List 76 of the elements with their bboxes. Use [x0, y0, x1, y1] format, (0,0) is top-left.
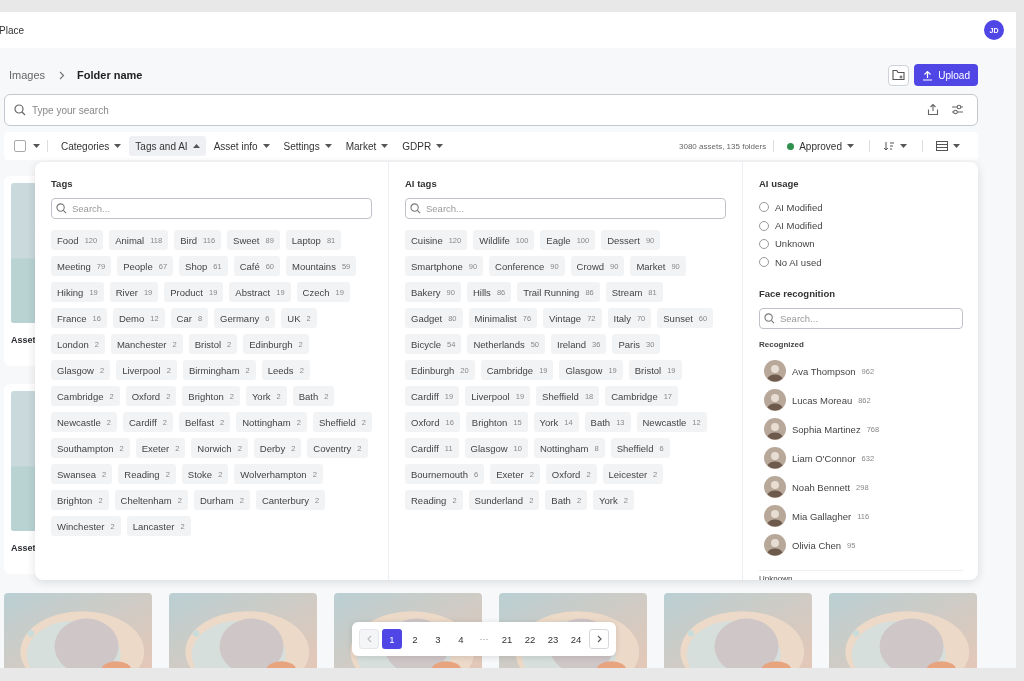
person-avatar-icon[interactable]	[764, 534, 786, 557]
radio-label[interactable]: Unknown	[775, 238, 815, 250]
person-name[interactable]: Noah Bennett	[792, 481, 851, 493]
search-field[interactable]: Search...	[405, 198, 726, 219]
folder-plus-icon	[892, 69, 906, 81]
search-icon	[764, 312, 775, 324]
page-ellipsis: ···	[478, 634, 490, 644]
person-name[interactable]: Lucas Moreau	[792, 394, 853, 406]
filter-dropdown[interactable]: Settings	[277, 136, 338, 156]
page-button[interactable]: 4	[451, 629, 471, 649]
search-field[interactable]: Type your search	[4, 94, 978, 126]
person-avatar-icon[interactable]	[764, 505, 786, 528]
person-name[interactable]: Liam O'Connor	[792, 452, 856, 464]
new-folder-button[interactable]	[888, 64, 910, 86]
upload-icon	[922, 69, 934, 81]
person-avatar-icon[interactable]	[764, 447, 786, 470]
page-button[interactable]: 24	[566, 629, 586, 649]
radio-label[interactable]: AI Modified	[775, 201, 823, 213]
caret-icon	[900, 144, 907, 148]
person-avatar-icon[interactable]	[764, 476, 786, 499]
page-button[interactable]: 21	[497, 629, 517, 649]
caret-icon	[436, 144, 444, 148]
chevron-left-icon	[366, 635, 372, 643]
asset-name: Asset	[11, 335, 36, 345]
caret-icon	[953, 144, 960, 148]
section-title: AI tags	[405, 178, 438, 189]
share-icon[interactable]	[927, 103, 939, 116]
person-avatar-icon[interactable]	[764, 360, 786, 383]
upload-button[interactable]: Upload	[914, 64, 978, 86]
sort-icon	[883, 141, 895, 151]
filter-dropdown[interactable]: Tags and AI	[129, 136, 206, 156]
chevron-right-icon	[59, 70, 66, 80]
filter-dropdown[interactable]: Categories	[55, 136, 128, 156]
status-dropdown[interactable]: Approved	[781, 136, 860, 156]
page-button[interactable]: 1	[382, 629, 402, 649]
chevron-right-icon	[596, 635, 602, 643]
person-name[interactable]: Ava Thompson	[792, 365, 856, 377]
breadcrumb-current: Folder name	[77, 69, 143, 81]
search-field[interactable]: Search...	[759, 307, 963, 329]
asset-name: Asset	[11, 543, 36, 553]
caret-icon	[847, 144, 854, 148]
asset-count: 3080 assets, 135 folders	[679, 141, 767, 151]
search-field[interactable]: Search...	[51, 198, 372, 219]
radio-label[interactable]: No AI used	[775, 256, 822, 268]
person-name[interactable]: Sophia Martinez	[792, 423, 861, 435]
page-button[interactable]: 23	[543, 629, 563, 649]
subsection-title: Unknown	[759, 573, 794, 580]
app-title: Place	[0, 24, 24, 36]
breadcrumb-link[interactable]: Images	[9, 69, 46, 81]
section-title: AI usage	[759, 178, 800, 189]
caret-icon	[192, 144, 200, 148]
filter-dropdown[interactable]: Asset info	[207, 136, 276, 156]
page-button[interactable]: 2	[405, 629, 425, 649]
search-icon	[410, 203, 421, 214]
caret-icon	[381, 144, 389, 148]
section-title: Face recognition	[759, 287, 836, 299]
sliders-icon[interactable]	[951, 104, 964, 115]
search-icon	[56, 203, 67, 214]
list-view-icon	[936, 141, 948, 151]
person-name[interactable]: Olivia Chen	[792, 539, 842, 551]
page-button[interactable]: 22	[520, 629, 540, 649]
filter-dropdown[interactable]: Market	[339, 136, 395, 156]
caret-icon	[262, 144, 270, 148]
select-all-checkbox[interactable]	[14, 140, 26, 152]
caret-icon[interactable]	[33, 144, 40, 148]
caret-icon	[324, 144, 332, 148]
subsection-title: Recognized	[759, 339, 805, 349]
filter-dropdown[interactable]: GDPR	[396, 136, 450, 156]
search-icon	[14, 104, 26, 116]
section-title: Tags	[51, 178, 74, 189]
radio-label[interactable]: AI Modified	[775, 220, 823, 232]
person-avatar-icon[interactable]	[764, 389, 786, 412]
person-avatar-icon[interactable]	[764, 418, 786, 441]
page-button[interactable]: 3	[428, 629, 448, 649]
person-name[interactable]: Mia Gallagher	[792, 510, 852, 522]
caret-icon	[114, 144, 122, 148]
